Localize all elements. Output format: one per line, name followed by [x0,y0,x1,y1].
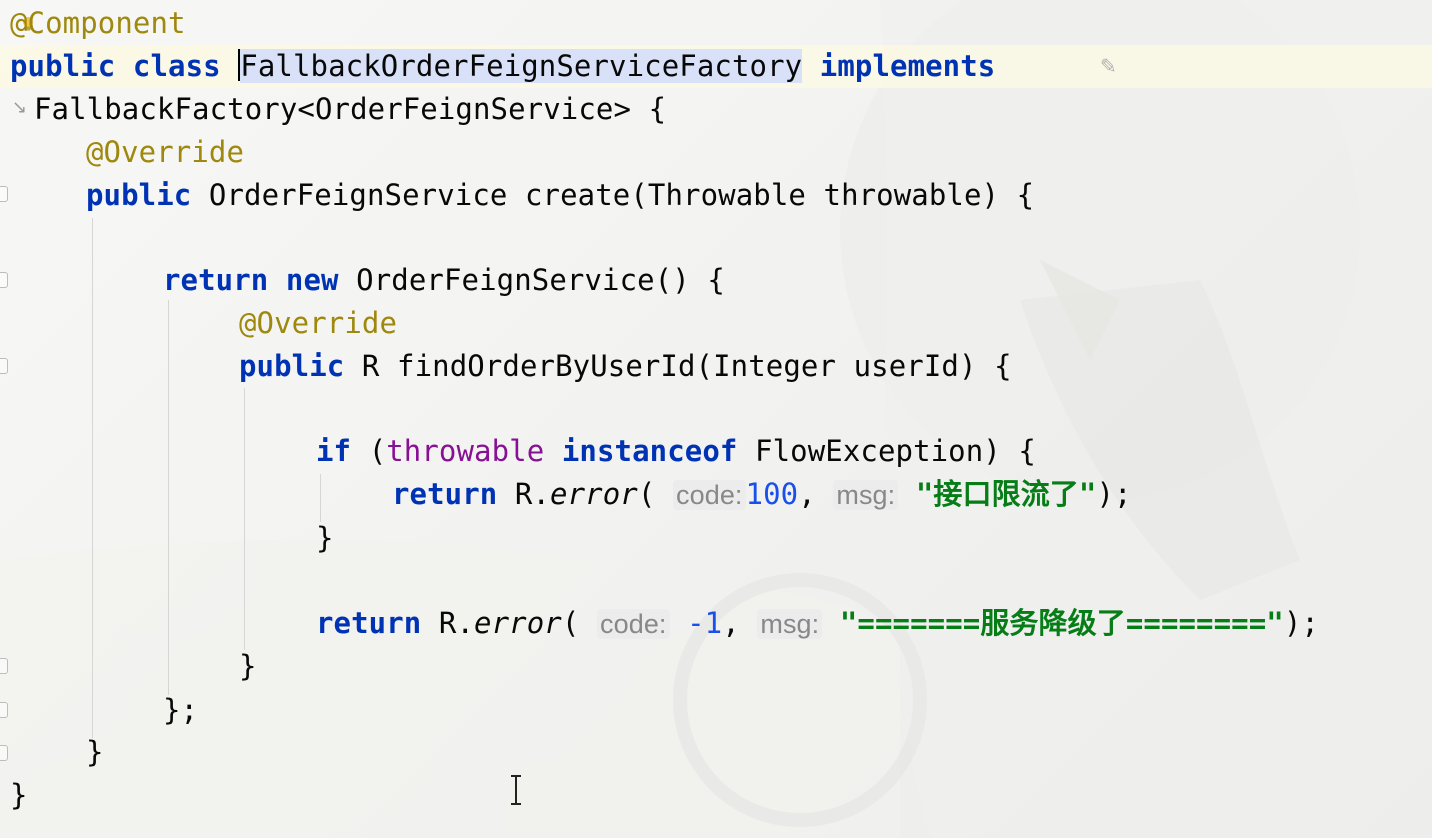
code-line-17[interactable]: }; [163,689,198,732]
fold-marker[interactable] [0,702,8,718]
annotation: @Override [86,135,245,169]
keyword: return [163,263,269,297]
annotation: @Component [10,6,186,40]
code-text: ); [1096,477,1132,511]
selected-class-name[interactable]: FallbackOrderFeignServiceFactory [240,49,803,83]
code-text: } [316,521,334,555]
keyword: class [132,49,221,83]
number-literal: 100 [745,477,799,511]
fold-marker[interactable] [0,358,8,374]
code-editor[interactable]: ↘ ✎ @Component public class FallbackOrde… [0,0,1432,838]
code-line-13[interactable]: } [316,517,334,560]
edit-icon[interactable]: ✎ [1100,54,1117,78]
number-literal: -1 [687,606,723,640]
code-text: R findOrderByUserId(Integer userId) { [361,349,1012,383]
indent-guide [320,474,321,522]
code-line-15[interactable]: return R.error( code: -1, msg: "=======服… [316,602,1319,645]
code-text: FlowException) { [755,434,1036,468]
parameter-hint: code: [672,480,746,510]
code-line-19[interactable]: } [10,774,28,817]
annotation: @Override [239,306,398,340]
code-text: ); [1283,606,1319,640]
code-text: , [722,606,740,640]
code-line-4[interactable]: @Override [86,131,244,174]
keyword: if [316,434,352,468]
code-line-16[interactable]: } [239,645,257,688]
code-line-7[interactable]: return new OrderFeignService() { [163,259,725,302]
code-text: , [798,477,816,511]
code-line-11[interactable]: if (throwable instanceof FlowException) … [316,430,1036,473]
code-line-8[interactable]: @Override [239,302,397,345]
fold-marker[interactable] [0,745,8,761]
indent-guide [168,300,169,695]
parameter-hint: code: [596,609,670,639]
code-text: } [86,735,104,769]
code-line-9[interactable]: public R findOrderByUserId(Integer userI… [239,345,1012,388]
fold-marker[interactable] [0,186,8,202]
code-text: ( [368,434,387,468]
indent-guide [244,388,245,650]
keyword: public [239,349,345,383]
parameter-hint: msg: [757,609,823,639]
fold-marker[interactable] [0,272,8,288]
parameter-hint: msg: [833,480,899,510]
code-line-3[interactable]: FallbackFactory<OrderFeignService> { [34,88,666,131]
indent-guide [92,218,93,738]
string-literal: "接口限流了" [915,477,1097,511]
keyword: instanceof [561,434,738,468]
code-text: OrderFeignService() { [356,263,725,297]
keyword: new [285,263,339,297]
code-text: R. [514,477,551,511]
keyword: public [86,178,192,212]
string-literal: "=======服务降级了========" [839,606,1284,640]
keyword: public [10,49,116,83]
fold-marker[interactable] [0,658,8,674]
text-cursor-icon [511,775,521,805]
code-text: ( [561,606,580,640]
code-text: FallbackFactory<OrderFeignService> { [34,92,667,126]
soft-wrap-icon: ↘ [12,97,28,118]
code-line-12[interactable]: return R.error( code: 100, msg: "接口限流了"); [392,473,1132,516]
code-line-18[interactable]: } [86,731,104,774]
method-call: error [550,477,638,511]
code-text: OrderFeignService create(Throwable throw… [208,178,1035,212]
keyword: return [316,606,422,640]
keyword: implements [819,49,996,83]
code-text: } [10,778,28,812]
code-text: ( [637,477,656,511]
code-text: } [239,649,257,683]
code-line-1[interactable]: @Component [10,2,186,45]
keyword: return [392,477,498,511]
code-line-2[interactable]: public class FallbackOrderFeignServiceFa… [10,45,995,88]
field-reference: throwable [386,434,545,468]
code-text: R. [438,606,475,640]
code-text: }; [163,693,199,727]
code-line-5[interactable]: public OrderFeignService create(Throwabl… [86,174,1034,217]
method-call: error [474,606,562,640]
